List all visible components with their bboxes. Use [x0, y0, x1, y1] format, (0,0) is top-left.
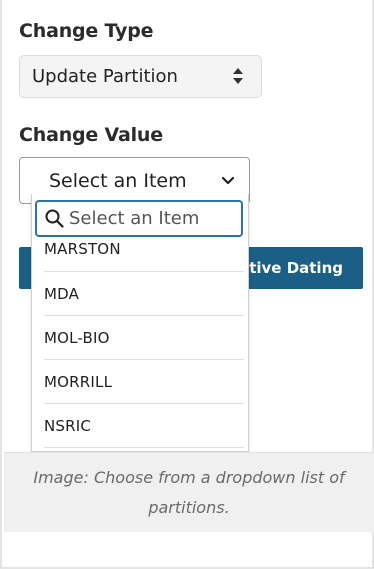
image-caption: Image: Choose from a dropdown list of pa… [4, 452, 374, 532]
dropdown-option[interactable]: MDA [44, 272, 244, 316]
change-value-label: Change Value [19, 124, 163, 146]
search-icon [45, 209, 64, 228]
up-down-arrows-icon [233, 68, 243, 84]
dropdown-option[interactable]: MOL-BIO [44, 316, 244, 360]
change-type-value: Update Partition [32, 66, 178, 87]
change-type-label: Change Type [19, 20, 154, 42]
dropdown-option-list: MARSTON MDA MOL-BIO MORRILL NSRIC [32, 236, 248, 448]
dropdown-option[interactable]: NSRIC [44, 404, 244, 448]
change-value-placeholder: Select an Item [49, 169, 187, 192]
dropdown-search-placeholder: Select an Item [69, 208, 200, 229]
dropdown-option[interactable]: MORRILL [44, 360, 244, 404]
dropdown-option[interactable]: MARSTON [44, 236, 244, 272]
change-type-select[interactable]: Update Partition [19, 55, 262, 98]
dropdown-search-input[interactable]: Select an Item [35, 200, 243, 237]
chevron-down-icon [221, 176, 235, 185]
change-value-dropdown: Select an Item MARSTON MDA MOL-BIO MORRI… [31, 194, 249, 452]
panel-frame: Change Type Update Partition Change Valu… [0, 0, 374, 569]
background-action-label: tive Dating [249, 259, 343, 277]
